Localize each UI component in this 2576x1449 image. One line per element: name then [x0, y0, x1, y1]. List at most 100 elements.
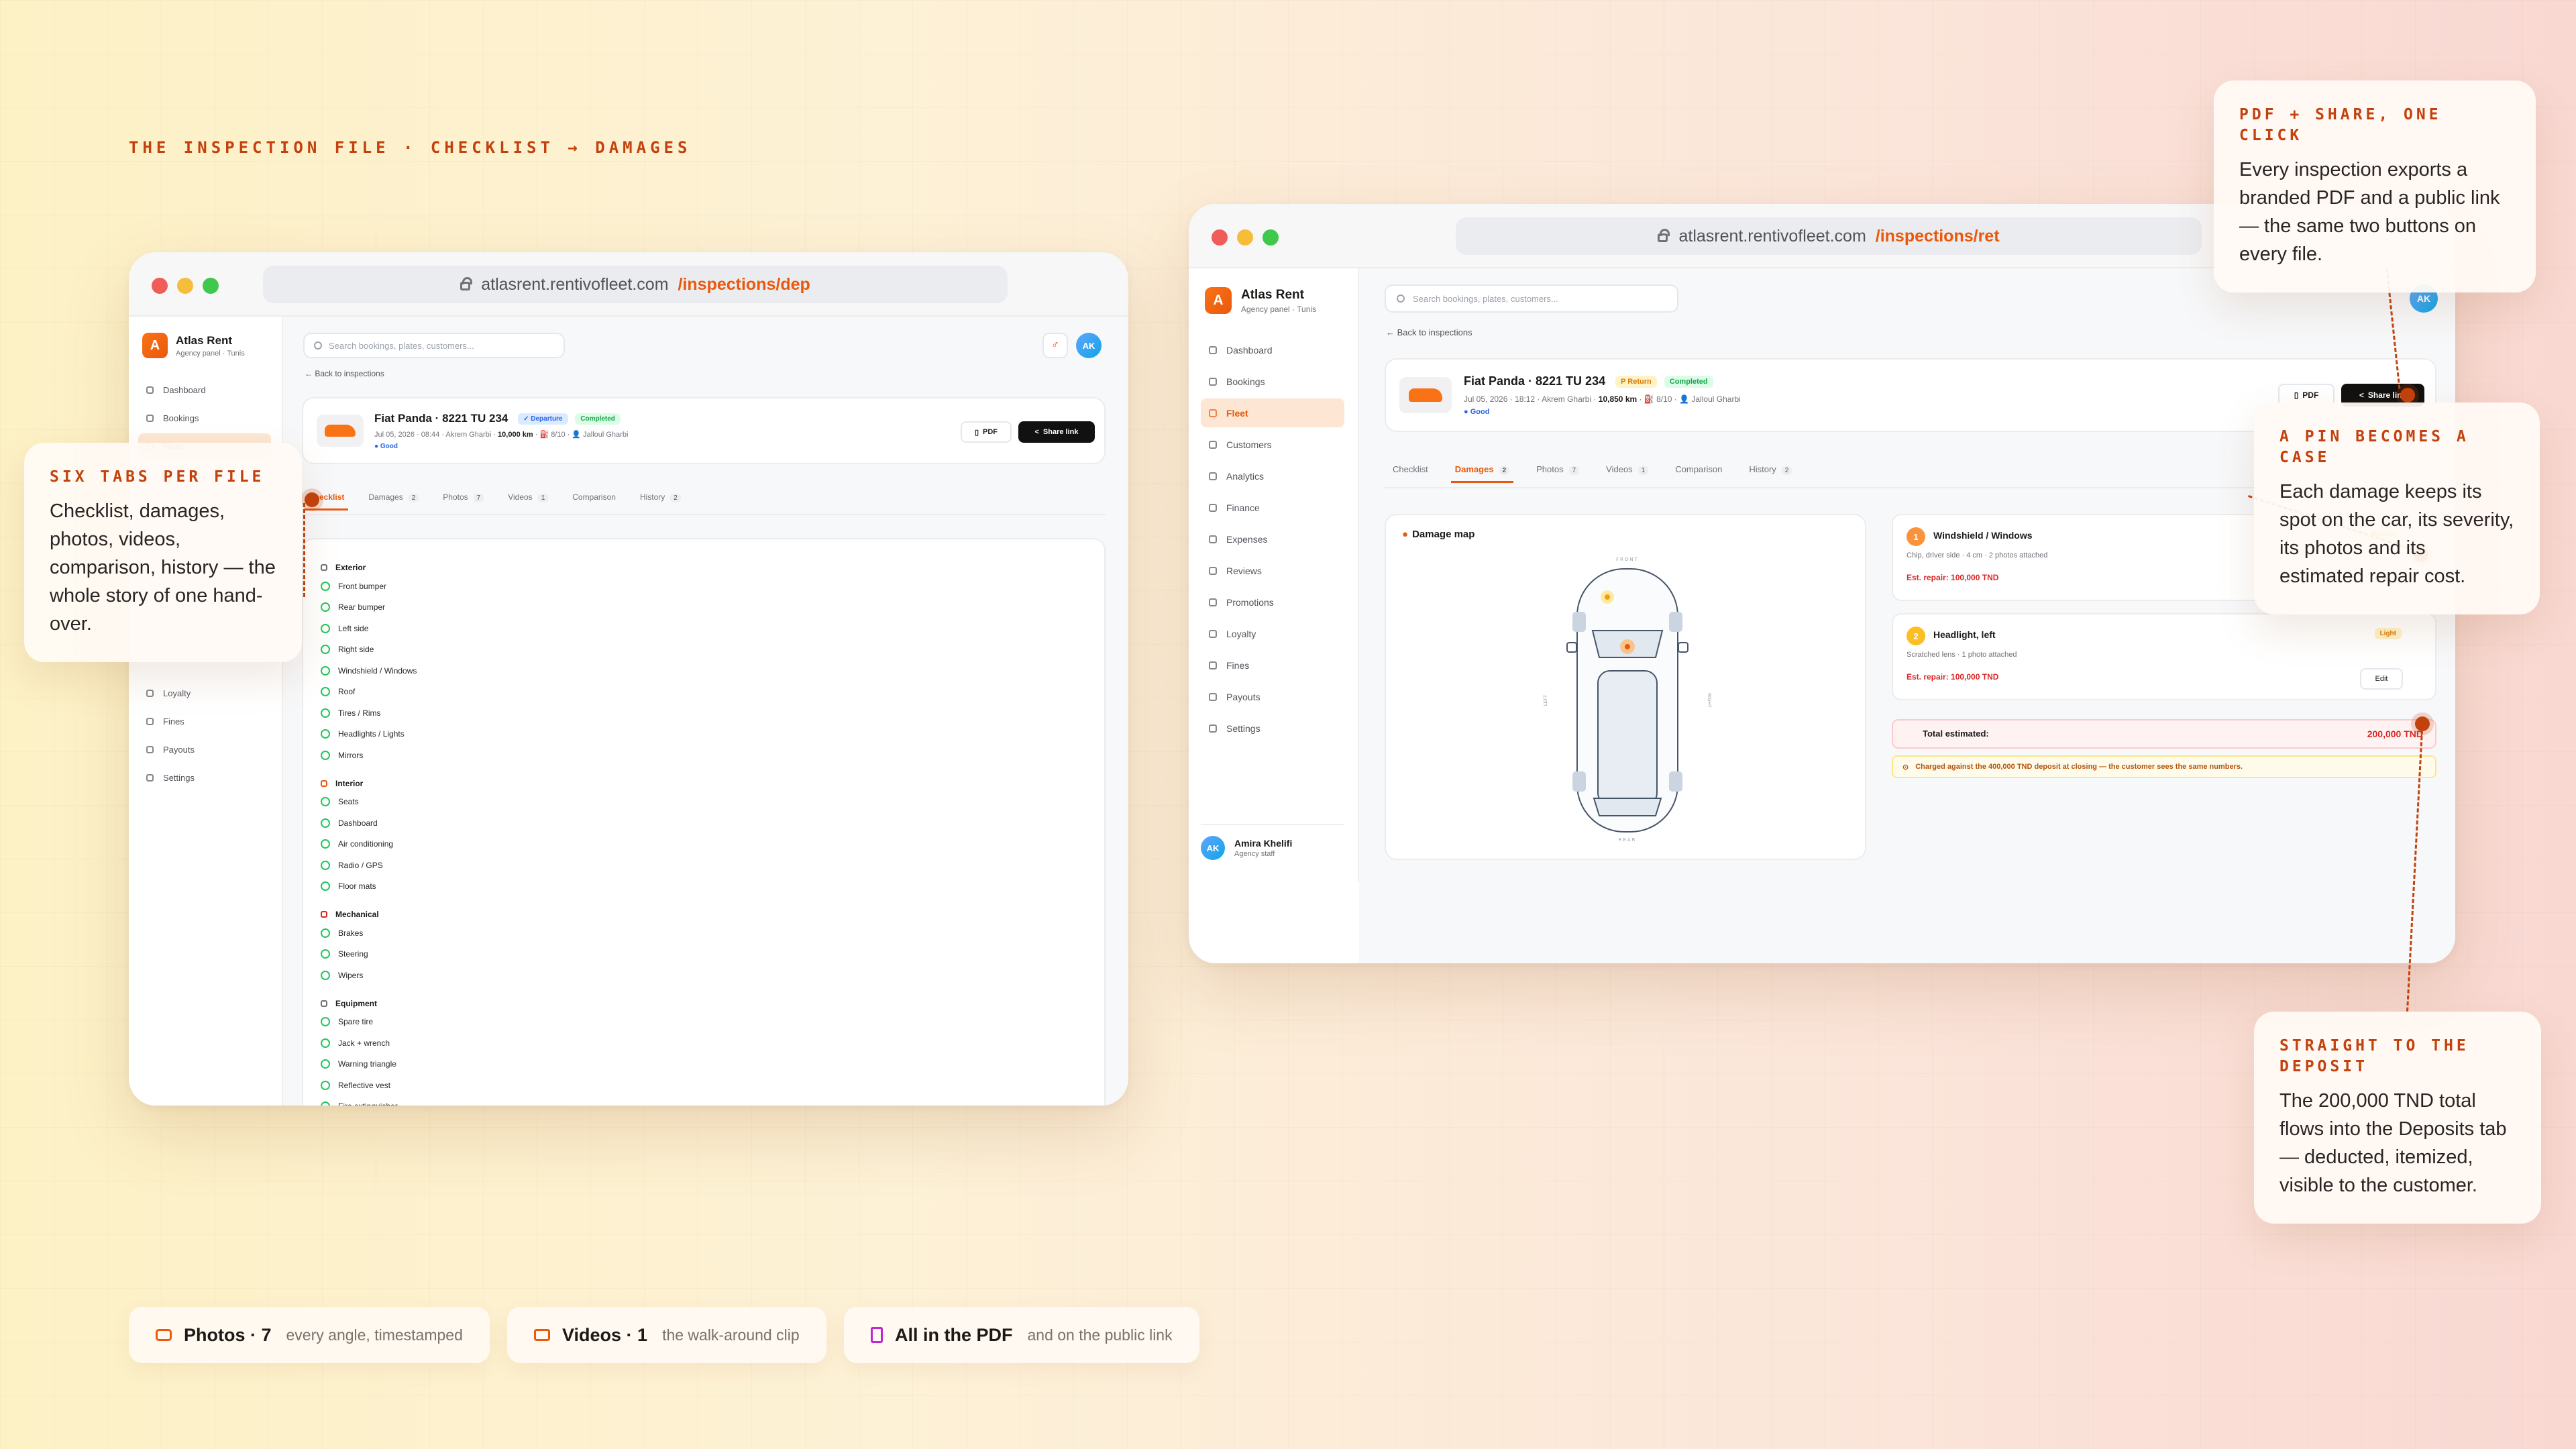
sidebar-item-loyalty[interactable]: Loyalty	[1201, 619, 1344, 648]
condition-label: ● Good	[1464, 408, 1490, 416]
search-input[interactable]: Search bookings, plates, customers...	[303, 333, 565, 358]
checklist-item[interactable]: Fire extinguisher	[321, 1096, 1104, 1106]
search-input[interactable]: Search bookings, plates, customers...	[1385, 284, 1678, 313]
checklist-item[interactable]: Reflective vest	[321, 1075, 1104, 1096]
loyalty-icon	[1209, 629, 1217, 638]
sidebar: A Atlas Rent Agency panel · Tunis Dashbo…	[1189, 268, 1359, 881]
checklist-item[interactable]: Floor mats	[321, 876, 1104, 898]
sidebar-item-fleet[interactable]: Fleet	[1201, 398, 1344, 427]
checklist-item[interactable]: Mirrors	[321, 745, 1104, 766]
maximize-dot[interactable]	[1263, 229, 1279, 246]
checklist-item[interactable]: Jack + wrench	[321, 1032, 1104, 1054]
check-circle-icon	[321, 1017, 330, 1027]
checklist-item[interactable]: Brakes	[321, 922, 1104, 944]
sidebar-item-fines[interactable]: Fines	[1201, 651, 1344, 680]
sidebar-item-promotions[interactable]: Promotions	[1201, 588, 1344, 616]
tab-photos[interactable]: Photos 7	[443, 492, 484, 502]
sidebar-item-bookings[interactable]: Bookings	[138, 405, 271, 431]
user-avatar[interactable]: AK	[1076, 333, 1102, 358]
check-circle-icon	[321, 818, 330, 828]
checklist-item[interactable]: Wipers	[321, 965, 1104, 986]
back-link[interactable]: ← Back to inspections	[305, 369, 384, 378]
sidebar-item-bookings[interactable]: Bookings	[1201, 367, 1344, 396]
address-bar[interactable]: atlasrent.rentivofleet.com /inspections/…	[1456, 217, 2202, 255]
checklist-item[interactable]: Seats	[321, 792, 1104, 813]
promotions-icon	[1209, 598, 1217, 606]
sidebar-item-customers[interactable]: Customers	[1201, 430, 1344, 459]
search-icon	[314, 341, 322, 350]
checklist-item[interactable]: Spare tire	[321, 1012, 1104, 1033]
damage-card[interactable]: 2 Headlight, left Scratched lens · 1 photo…	[1892, 613, 2436, 700]
share-link-button[interactable]: < Share link	[1018, 421, 1095, 443]
check-circle-icon	[321, 623, 330, 633]
checklist-item[interactable]: Windshield / Windows	[321, 660, 1104, 682]
sidebar-item-label: Dashboard	[163, 384, 206, 395]
callout-pdf-share: PDF + SHARE, ONE CLICK Every inspection …	[2214, 80, 2536, 293]
close-dot[interactable]	[1212, 229, 1228, 246]
sidebar-item-dashboard[interactable]: Dashboard	[138, 377, 271, 402]
close-dot[interactable]	[152, 278, 168, 294]
sidebar-item-settings[interactable]: Settings	[1201, 714, 1344, 743]
damage-number: 2	[1907, 627, 1925, 645]
chip-photos: Photos · 7 every angle, timestamped	[129, 1307, 490, 1363]
checklist-item[interactable]: Warning triangle	[321, 1054, 1104, 1075]
payouts-icon	[146, 745, 154, 753]
checklist-item[interactable]: Dashboard	[321, 812, 1104, 834]
sidebar-item-fines[interactable]: Fines	[138, 708, 271, 734]
checklist-item[interactable]: Radio / GPS	[321, 855, 1104, 876]
checklist-item[interactable]: Roof	[321, 682, 1104, 703]
minimize-dot[interactable]	[1237, 229, 1253, 246]
sidebar-item-label: Fines	[163, 716, 184, 727]
checklist-item[interactable]: Rear bumper	[321, 597, 1104, 619]
sidebar-item-dashboard[interactable]: Dashboard	[1201, 335, 1344, 364]
tab-comparison[interactable]: Comparison	[572, 492, 616, 502]
address-bar[interactable]: atlasrent.rentivofleet.com /inspections/…	[263, 266, 1008, 303]
checklist-item[interactable]: Front bumper	[321, 576, 1104, 597]
minimize-dot[interactable]	[177, 278, 193, 294]
check-circle-icon	[321, 1059, 330, 1069]
item-label: Front bumper	[338, 581, 387, 591]
tab-videos[interactable]: Videos 1	[1606, 464, 1649, 475]
tab-count: 2	[1499, 466, 1510, 475]
check-circle-icon	[321, 970, 330, 980]
group-label: Interior	[335, 778, 364, 788]
fleet-icon	[1209, 409, 1217, 417]
mechanical-icon	[321, 911, 327, 918]
sidebar: A Atlas Rent Agency panel · Tunis Dashbo…	[129, 317, 283, 1106]
tab-photos[interactable]: Photos 7	[1536, 464, 1580, 475]
sidebar-item-reviews[interactable]: Reviews	[1201, 556, 1344, 585]
checklist-item[interactable]: Tires / Rims	[321, 702, 1104, 724]
vehicle-meta: Jul 05, 2026 · 08:44 · Akrem Gharbi · 10…	[374, 431, 629, 439]
user-profile[interactable]: AK Amira Khelifi Agency staff	[1201, 824, 1344, 860]
sidebar-item-payouts[interactable]: Payouts	[138, 737, 271, 762]
loyalty-icon	[146, 689, 154, 697]
pdf-button[interactable]: ▯ PDF	[961, 421, 1012, 443]
maximize-dot[interactable]	[203, 278, 219, 294]
check-circle-icon	[321, 860, 330, 870]
tab-videos[interactable]: Videos 1	[508, 492, 549, 502]
url-host: atlasrent.rentivofleet.com	[481, 274, 669, 294]
checklist-item[interactable]: Left side	[321, 618, 1104, 639]
tab-history[interactable]: History 2	[640, 492, 681, 502]
lock-icon	[460, 276, 473, 290]
sidebar-item-analytics[interactable]: Analytics	[1201, 462, 1344, 490]
checklist-item[interactable]: Headlights / Lights	[321, 724, 1104, 745]
sidebar-item-payouts[interactable]: Payouts	[1201, 682, 1344, 711]
checklist-item[interactable]: Air conditioning	[321, 834, 1104, 855]
tab-damages[interactable]: Damages 2	[1450, 464, 1514, 483]
tab-label: Damages	[368, 492, 403, 502]
checklist-item[interactable]: Right side	[321, 639, 1104, 661]
sidebar-item-loyalty[interactable]: Loyalty	[138, 680, 271, 706]
tab-checklist[interactable]: Checklist	[1393, 464, 1428, 475]
sidebar-item-expenses[interactable]: Expenses	[1201, 525, 1344, 553]
notifications-button[interactable]: ♂	[1042, 333, 1068, 358]
tab-comparison[interactable]: Comparison	[1675, 464, 1722, 475]
sidebar-item-settings[interactable]: Settings	[138, 765, 271, 790]
tab-damages[interactable]: Damages 2	[368, 492, 419, 502]
item-label: Warning triangle	[338, 1059, 396, 1069]
tab-history[interactable]: History 2	[1749, 464, 1792, 475]
sidebar-item-finance[interactable]: Finance	[1201, 493, 1344, 522]
edit-button[interactable]: Edit	[2360, 668, 2403, 690]
back-link[interactable]: ← Back to inspections	[1386, 327, 1472, 337]
checklist-item[interactable]: Steering	[321, 944, 1104, 965]
